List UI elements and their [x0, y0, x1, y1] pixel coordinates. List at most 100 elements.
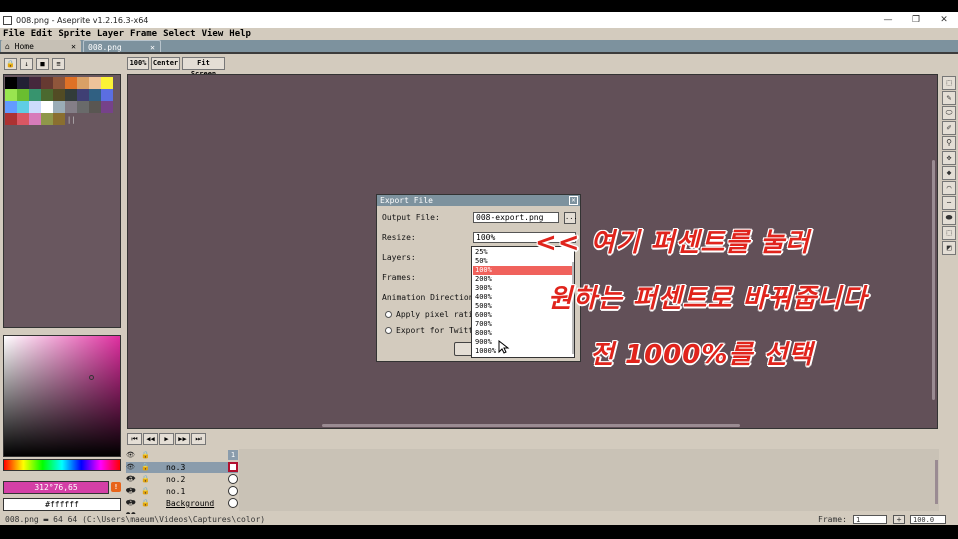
previous-frame-button[interactable]: ◀◀: [143, 433, 158, 445]
foreground-color-button[interactable]: 312°76,65: [3, 481, 109, 494]
palette-swatch[interactable]: [77, 101, 89, 113]
palette-swatch[interactable]: [41, 113, 53, 125]
export-twitter-checkbox[interactable]: [385, 327, 392, 334]
palette-swatch[interactable]: [101, 77, 113, 89]
layer-row[interactable]: 👁 🔒 ●● no.1: [126, 486, 238, 506]
minimize-button[interactable]: —: [874, 12, 902, 28]
menu-select[interactable]: Select: [160, 29, 199, 39]
palette-swatch[interactable]: [89, 101, 101, 113]
close-window-button[interactable]: ✕: [930, 12, 958, 28]
apply-pixel-ratio-checkbox[interactable]: [385, 311, 392, 318]
palette-sort-button[interactable]: ↓: [20, 58, 33, 70]
background-color-button[interactable]: #ffffff: [3, 498, 121, 511]
play-button[interactable]: ▶: [159, 433, 174, 445]
resize-option-selected[interactable]: 100%: [473, 266, 573, 275]
palette-swatch[interactable]: [53, 101, 65, 113]
next-frame-button[interactable]: ▶▶: [175, 433, 190, 445]
palette-lock-button[interactable]: 🔒: [4, 58, 17, 70]
menu-file[interactable]: File: [0, 29, 28, 39]
line-tool-icon[interactable]: ⌒: [942, 181, 956, 195]
palette-swatch[interactable]: [65, 101, 77, 113]
pencil-tool-icon[interactable]: ✎: [942, 91, 956, 105]
cel-no2[interactable]: [228, 474, 238, 484]
curve-tool-icon[interactable]: ∽: [942, 196, 956, 210]
marquee-tool-icon[interactable]: ⬚: [942, 76, 956, 90]
palette-swatch[interactable]: [17, 89, 29, 101]
warning-icon[interactable]: !: [111, 482, 121, 492]
eyedropper-tool-icon[interactable]: ✐: [942, 121, 956, 135]
layer-row[interactable]: 👁 🔒 ●● no.2: [126, 474, 238, 494]
new-frame-button[interactable]: +: [893, 515, 905, 524]
resize-option[interactable]: 900%: [473, 338, 573, 347]
hue-slider[interactable]: [3, 459, 121, 471]
resize-option[interactable]: 800%: [473, 329, 573, 338]
palette-swatch[interactable]: [29, 89, 41, 101]
palette-swatch[interactable]: [101, 101, 113, 113]
fit-screen-button[interactable]: Fit Screen: [182, 57, 225, 78]
menu-help[interactable]: Help: [226, 29, 254, 39]
layers-label: Layers:: [382, 253, 416, 262]
menu-layer[interactable]: Layer: [94, 29, 127, 39]
menu-sprite[interactable]: Sprite: [55, 29, 94, 39]
menu-frame[interactable]: Frame: [127, 29, 160, 39]
zoom-tool-icon[interactable]: ⚲: [942, 136, 956, 150]
layer-row[interactable]: 👁 🔒 ●● Background: [126, 498, 238, 518]
palette-swatch[interactable]: [5, 77, 17, 89]
color-spectrum[interactable]: [3, 335, 121, 457]
layer-name: no.1: [166, 487, 186, 496]
palette-swatch[interactable]: [17, 77, 29, 89]
palette-swatches: [5, 77, 113, 125]
eraser-tool-icon[interactable]: ⬭: [942, 106, 956, 120]
menu-edit[interactable]: Edit: [28, 29, 56, 39]
palette-swatch[interactable]: [41, 77, 53, 89]
cel-no1[interactable]: [228, 486, 238, 496]
palette-swatch[interactable]: [29, 77, 41, 89]
palette-swatch[interactable]: [5, 113, 17, 125]
layer-row[interactable]: 👁 🔒 ◆◆ no.3: [126, 462, 238, 482]
cel-no3[interactable]: [228, 462, 238, 472]
center-button[interactable]: Center: [151, 57, 180, 70]
palette-swatch[interactable]: [41, 101, 53, 113]
first-frame-button[interactable]: ⏮: [127, 433, 142, 445]
resize-option[interactable]: 1000%: [473, 347, 573, 356]
palette-options-button[interactable]: ≡: [52, 58, 65, 70]
timeline-frames-area[interactable]: [239, 449, 939, 511]
canvas-horizontal-scrollbar[interactable]: [322, 424, 740, 427]
palette-swatch[interactable]: [89, 77, 101, 89]
color-spectrum-cursor[interactable]: [89, 375, 94, 380]
palette-swatch[interactable]: [53, 77, 65, 89]
frame-input[interactable]: 1: [853, 515, 887, 524]
palette-swatch[interactable]: [17, 113, 29, 125]
palette-presets-button[interactable]: ■: [36, 58, 49, 70]
cel-background[interactable]: [228, 498, 238, 508]
restore-button[interactable]: ❐: [902, 12, 930, 28]
palette-swatch[interactable]: [29, 113, 41, 125]
timeline-scrollbar[interactable]: [935, 460, 938, 504]
frame-number[interactable]: 1: [228, 450, 238, 460]
palette-swatch[interactable]: [65, 89, 77, 101]
fill-tool-icon[interactable]: ◆: [942, 166, 956, 180]
menu-view[interactable]: View: [199, 29, 227, 39]
rectangle-tool-icon[interactable]: ⬚: [942, 226, 956, 240]
palette-swatch[interactable]: [5, 89, 17, 101]
palette-swatch[interactable]: [53, 89, 65, 101]
resize-option[interactable]: 700%: [473, 320, 573, 329]
zoom-100-button[interactable]: 100%: [127, 57, 149, 70]
palette-swatch[interactable]: [101, 89, 113, 101]
canvas-vertical-scrollbar[interactable]: [932, 160, 935, 400]
palette-swatch[interactable]: [89, 89, 101, 101]
dialog-close-icon[interactable]: ✕: [569, 196, 578, 205]
palette-swatch[interactable]: [77, 77, 89, 89]
palette-swatch[interactable]: [41, 89, 53, 101]
last-frame-button[interactable]: ⏭: [191, 433, 206, 445]
ellipse-tool-icon[interactable]: ⬬: [942, 211, 956, 225]
palette-swatch[interactable]: [5, 101, 17, 113]
palette-swatch[interactable]: [77, 89, 89, 101]
palette-swatch[interactable]: [29, 101, 41, 113]
palette-swatch[interactable]: [65, 77, 77, 89]
blur-tool-icon[interactable]: ◩: [942, 241, 956, 255]
palette-swatch[interactable]: [53, 113, 65, 125]
palette-swatch[interactable]: [17, 101, 29, 113]
move-tool-icon[interactable]: ✥: [942, 151, 956, 165]
zoom-input[interactable]: 100.0: [910, 515, 946, 524]
